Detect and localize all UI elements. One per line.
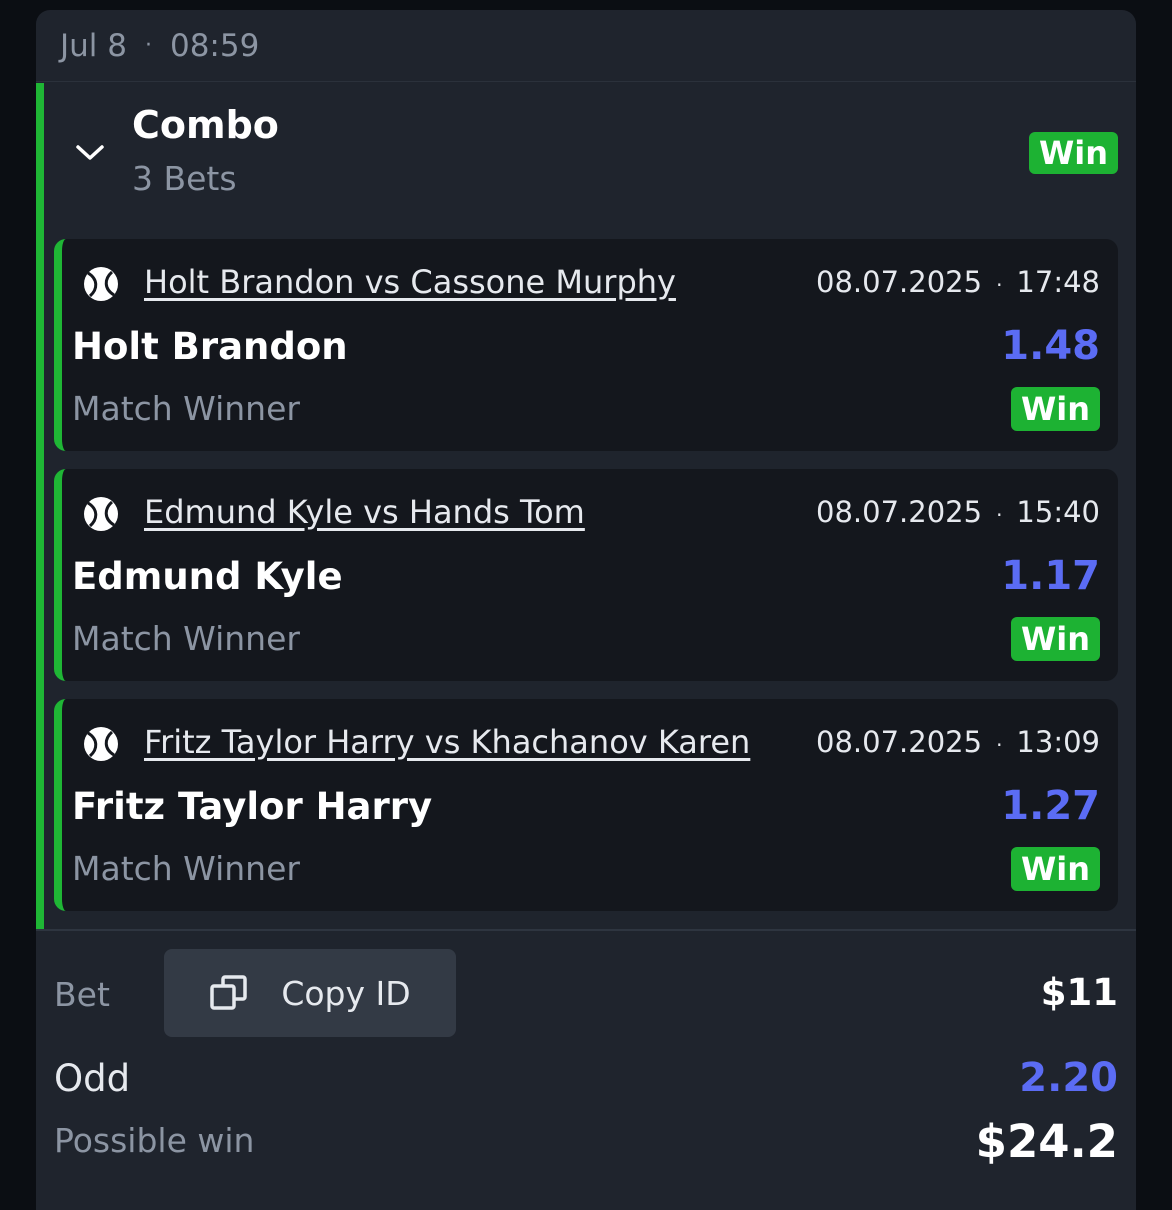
- bet-slip-card: Jul 8 · 08:59 Combo 3 Bets Win Holt Bran…: [36, 10, 1136, 1210]
- bet-item: Edmund Kyle vs Hands Tom 08.07.2025 · 15:4…: [54, 469, 1118, 681]
- bet-status-badge: Win: [1010, 617, 1100, 661]
- copy-id-button[interactable]: Copy ID: [164, 949, 456, 1037]
- match-link[interactable]: Fritz Taylor Harry vs Khachanov Karen: [144, 723, 750, 761]
- total-odd-label: Odd: [54, 1057, 131, 1100]
- possible-win-label: Possible win: [54, 1121, 255, 1160]
- combo-status-badge: Win: [1028, 132, 1118, 174]
- tennis-ball-icon: [84, 727, 118, 761]
- possible-win-value: $24.2: [975, 1115, 1118, 1168]
- bet-amount: $11: [1040, 971, 1118, 1014]
- match-datetime: 08.07.2025 · 17:48: [816, 265, 1100, 299]
- slip-time: 08:59: [169, 27, 260, 64]
- combo-header[interactable]: Combo 3 Bets Win: [44, 83, 1136, 239]
- bet-status-badge: Win: [1010, 847, 1100, 891]
- tennis-ball-icon: [84, 497, 118, 531]
- match-date: 08.07.2025: [816, 265, 983, 299]
- combo-bet-count: 3 Bets: [132, 159, 237, 198]
- bet-odd: 1.48: [1001, 323, 1100, 369]
- match-time: 13:09: [1016, 725, 1100, 759]
- bet-pick: Holt Brandon: [72, 325, 348, 368]
- separator-dot: ·: [144, 33, 152, 58]
- slip-summary: Bet Copy ID $11 Odd 2.20 Possible win $2…: [36, 929, 1136, 1210]
- bet-odd: 1.17: [1001, 553, 1100, 599]
- match-datetime: 08.07.2025 · 15:40: [816, 495, 1100, 529]
- match-date: 08.07.2025: [816, 495, 983, 529]
- total-odd-value: 2.20: [1019, 1055, 1118, 1101]
- slip-date: Jul 8: [60, 27, 127, 64]
- separator-dot: ·: [996, 273, 1003, 297]
- slip-date-row: Jul 8 · 08:59: [36, 10, 1136, 82]
- bet-odd: 1.27: [1001, 783, 1100, 829]
- bet-pick: Fritz Taylor Harry: [72, 785, 433, 828]
- bet-market: Match Winner: [72, 849, 300, 888]
- bet-pick: Edmund Kyle: [72, 555, 343, 598]
- copy-id-label: Copy ID: [281, 973, 411, 1013]
- separator-dot: ·: [996, 503, 1003, 527]
- match-time: 15:40: [1016, 495, 1100, 529]
- combo-section: Combo 3 Bets Win Holt Brandon vs Cassone…: [36, 83, 1136, 929]
- bet-label: Bet: [54, 975, 110, 1014]
- match-link[interactable]: Holt Brandon vs Cassone Murphy: [144, 263, 676, 301]
- bet-market: Match Winner: [72, 619, 300, 658]
- match-date: 08.07.2025: [816, 725, 983, 759]
- chevron-down-icon[interactable]: [72, 139, 108, 165]
- separator-dot: ·: [996, 733, 1003, 757]
- bet-market: Match Winner: [72, 389, 300, 428]
- match-datetime: 08.07.2025 · 13:09: [816, 725, 1100, 759]
- match-link[interactable]: Edmund Kyle vs Hands Tom: [144, 493, 585, 531]
- bet-item: Fritz Taylor Harry vs Khachanov Karen 08…: [54, 699, 1118, 911]
- match-time: 17:48: [1016, 265, 1100, 299]
- bet-item: Holt Brandon vs Cassone Murphy 08.07.202…: [54, 239, 1118, 451]
- copy-icon: [210, 975, 248, 1010]
- combo-title: Combo: [132, 103, 279, 147]
- bet-status-badge: Win: [1010, 387, 1100, 431]
- tennis-ball-icon: [84, 267, 118, 301]
